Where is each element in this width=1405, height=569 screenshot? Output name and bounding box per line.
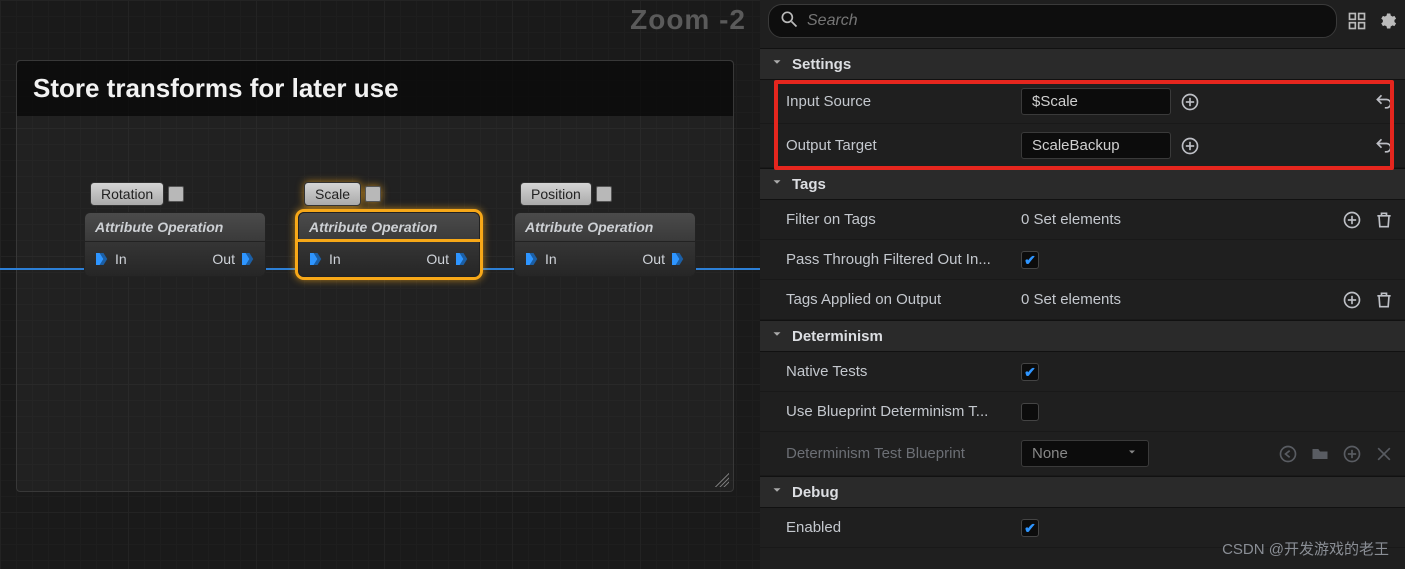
gear-icon[interactable] xyxy=(1377,11,1397,31)
use-selected-button xyxy=(1277,443,1299,465)
trash-button[interactable] xyxy=(1373,209,1395,231)
pin-label: Out xyxy=(642,251,665,267)
section-tags[interactable]: Tags xyxy=(760,168,1405,200)
determinism-bp-dropdown[interactable]: None xyxy=(1021,440,1149,467)
input-pin[interactable]: In xyxy=(93,250,127,268)
label-use-bp-determinism: Use Blueprint Determinism T... xyxy=(786,403,1021,420)
pass-through-checkbox[interactable] xyxy=(1021,251,1039,269)
dropdown-value: None xyxy=(1032,445,1068,462)
label-output-target: Output Target xyxy=(786,137,1021,154)
section-title: Settings xyxy=(792,56,851,73)
node-header: Attribute Operation xyxy=(84,212,266,242)
filter-on-tags-value: 0 Set elements xyxy=(1021,211,1121,228)
label-filter-on-tags: Filter on Tags xyxy=(786,211,1021,228)
node-attribute-operation-rotation[interactable]: Rotation Attribute Operation In Out xyxy=(84,182,266,277)
output-pin[interactable]: Out xyxy=(212,250,257,268)
pin-label: In xyxy=(115,251,127,267)
wire xyxy=(685,268,760,270)
label-tags-applied: Tags Applied on Output xyxy=(786,291,1021,308)
data-out-icon xyxy=(453,250,471,268)
label-native-tests: Native Tests xyxy=(786,363,1021,380)
add-element-button[interactable] xyxy=(1341,209,1363,231)
reset-button[interactable] xyxy=(1373,91,1395,113)
resize-grip-icon[interactable] xyxy=(715,473,729,487)
search-icon xyxy=(779,9,799,33)
add-element-button[interactable] xyxy=(1179,91,1201,113)
row-use-bp-determinism: Use Blueprint Determinism T... xyxy=(760,392,1405,432)
search-box[interactable] xyxy=(768,4,1337,38)
pin-label: In xyxy=(329,251,341,267)
output-pin[interactable]: Out xyxy=(642,250,687,268)
grid-view-icon[interactable] xyxy=(1347,11,1367,31)
node-attribute-operation-scale[interactable]: Scale Attribute Operation In Out xyxy=(298,182,480,277)
use-bp-determinism-checkbox[interactable] xyxy=(1021,403,1039,421)
section-debug[interactable]: Debug xyxy=(760,476,1405,508)
chevron-down-icon xyxy=(770,175,784,193)
section-title: Tags xyxy=(792,176,826,193)
add-element-button[interactable] xyxy=(1179,135,1201,157)
add-button xyxy=(1341,443,1363,465)
trash-button[interactable] xyxy=(1373,289,1395,311)
watermark: CSDN @开发游戏的老王 xyxy=(1222,538,1389,559)
section-determinism[interactable]: Determinism xyxy=(760,320,1405,352)
pin-label: Out xyxy=(212,251,235,267)
row-output-target: Output Target ScaleBackup xyxy=(760,124,1405,168)
row-tags-applied: Tags Applied on Output 0 Set elements xyxy=(760,280,1405,320)
data-in-icon xyxy=(93,250,111,268)
input-pin[interactable]: In xyxy=(523,250,557,268)
node-header: Attribute Operation xyxy=(514,212,696,242)
graph-panel[interactable]: Zoom -2 Store transforms for later use R… xyxy=(0,0,760,569)
tag-more-icon[interactable] xyxy=(168,186,184,202)
node-tag-scale: Scale xyxy=(304,182,361,206)
browse-button xyxy=(1309,443,1331,465)
label-debug-enabled: Enabled xyxy=(786,519,1021,536)
native-tests-checkbox[interactable] xyxy=(1021,363,1039,381)
node-header: Attribute Operation xyxy=(298,212,480,242)
section-title: Determinism xyxy=(792,328,883,345)
clear-button xyxy=(1373,443,1395,465)
node-tag-position: Position xyxy=(520,182,592,206)
row-filter-on-tags: Filter on Tags 0 Set elements xyxy=(760,200,1405,240)
data-out-icon xyxy=(239,250,257,268)
input-pin[interactable]: In xyxy=(307,250,341,268)
chevron-down-icon xyxy=(770,327,784,345)
tag-more-icon[interactable] xyxy=(596,186,612,202)
row-input-source: Input Source $Scale xyxy=(760,80,1405,124)
reset-button[interactable] xyxy=(1373,135,1395,157)
node-tag-rotation: Rotation xyxy=(90,182,164,206)
section-title: Debug xyxy=(792,484,839,501)
search-input[interactable] xyxy=(807,12,1326,30)
chevron-down-icon xyxy=(770,55,784,73)
label-determinism-bp: Determinism Test Blueprint xyxy=(786,445,1021,462)
pin-label: Out xyxy=(426,251,449,267)
chevron-down-icon xyxy=(770,483,784,501)
label-pass-through: Pass Through Filtered Out In... xyxy=(786,251,1021,268)
zoom-indicator: Zoom -2 xyxy=(630,4,746,36)
section-settings[interactable]: Settings xyxy=(760,48,1405,80)
add-element-button[interactable] xyxy=(1341,289,1363,311)
row-determinism-bp: Determinism Test Blueprint None xyxy=(760,432,1405,476)
debug-enabled-checkbox[interactable] xyxy=(1021,519,1039,537)
node-attribute-operation-position[interactable]: Position Attribute Operation In Out xyxy=(514,182,696,277)
output-target-field[interactable]: ScaleBackup xyxy=(1021,132,1171,159)
comment-title[interactable]: Store transforms for later use xyxy=(17,61,733,116)
chevron-down-icon xyxy=(1126,445,1138,462)
pin-label: In xyxy=(545,251,557,267)
input-source-field[interactable]: $Scale xyxy=(1021,88,1171,115)
data-in-icon xyxy=(307,250,325,268)
details-panel: Settings Input Source $Scale Output Targ… xyxy=(760,0,1405,569)
wire xyxy=(0,268,90,270)
data-out-icon xyxy=(669,250,687,268)
tag-more-icon[interactable] xyxy=(365,186,381,202)
data-in-icon xyxy=(523,250,541,268)
label-input-source: Input Source xyxy=(786,93,1021,110)
row-pass-through: Pass Through Filtered Out In... xyxy=(760,240,1405,280)
output-pin[interactable]: Out xyxy=(426,250,471,268)
row-native-tests: Native Tests xyxy=(760,352,1405,392)
tags-applied-value: 0 Set elements xyxy=(1021,291,1121,308)
